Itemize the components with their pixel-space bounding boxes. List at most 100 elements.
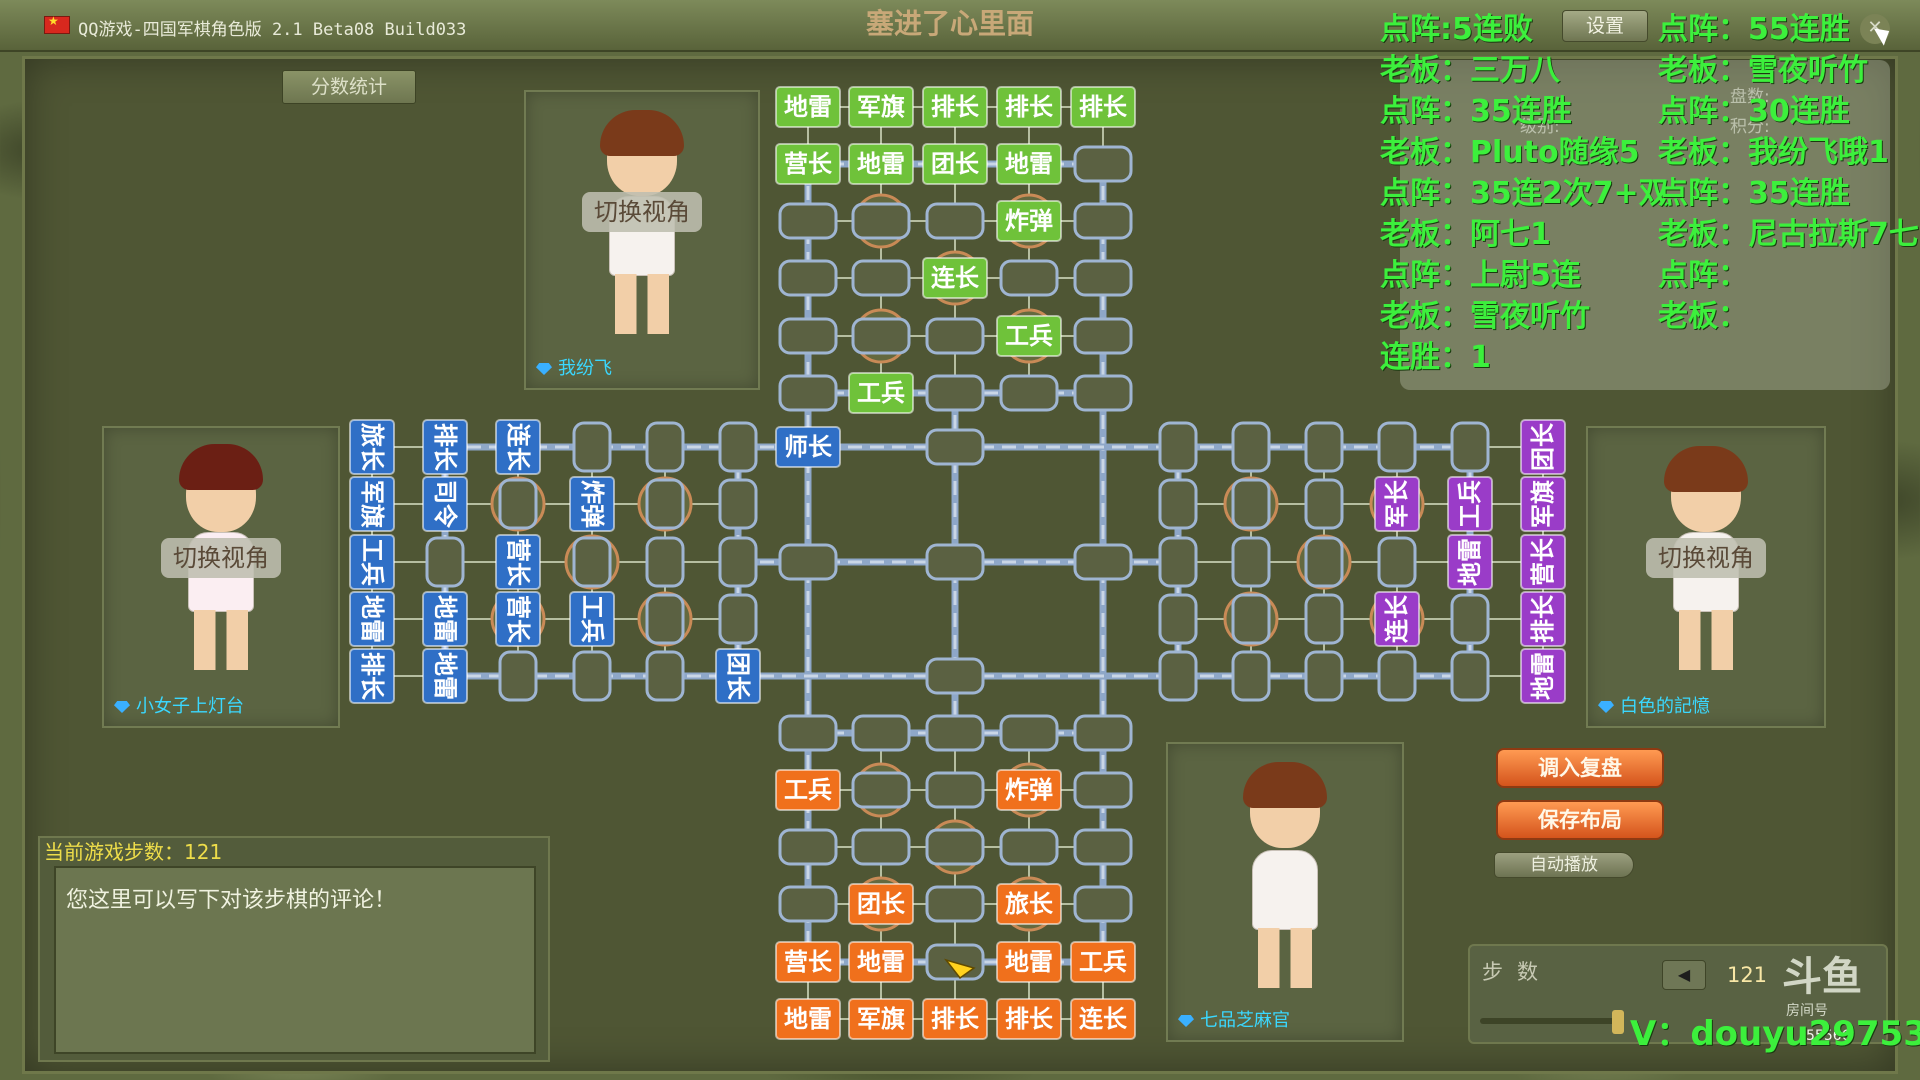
piece-label: 工兵 (1079, 948, 1127, 976)
comment-input[interactable]: 您这里可以写下对该步棋的评论！ (54, 866, 536, 1054)
piece-label: 营长 (1529, 537, 1557, 586)
game-piece[interactable]: 团长 (715, 648, 761, 704)
player-card-right[interactable]: 切换视角 白色的記憶 (1586, 426, 1826, 728)
game-piece[interactable]: 地雷 (422, 591, 468, 647)
game-piece[interactable]: 地雷 (848, 941, 914, 983)
overlay-right-2: 点阵：30连胜 (1658, 94, 1850, 129)
game-piece[interactable]: 连长 (1374, 591, 1420, 647)
overlay-right-3: 老板：我纷飞哦1 (1658, 135, 1889, 170)
switch-view-button[interactable]: 切换视角 (582, 192, 702, 232)
piece-label: 营长 (504, 595, 532, 644)
game-piece[interactable]: 地雷 (1447, 534, 1493, 590)
game-piece[interactable]: 团长 (848, 883, 914, 925)
game-piece[interactable]: 师长 (775, 426, 841, 468)
game-piece[interactable]: 军长 (1374, 476, 1420, 532)
save-layout-button[interactable]: 保存布局 (1496, 800, 1664, 840)
overlay-right-7: 老板： (1658, 299, 1748, 334)
overlay-right-1: 老板：雪夜听竹 (1658, 53, 1868, 88)
player-card-left[interactable]: 切换视角 小女子上灯台 (102, 426, 340, 728)
comment-title: 当前游戏步数：121 (44, 840, 223, 864)
piece-label: 连长 (1383, 594, 1411, 643)
game-piece[interactable]: 营长 (495, 591, 541, 647)
piece-label: 地雷 (431, 652, 459, 700)
game-piece[interactable]: 排长 (1070, 86, 1136, 128)
game-piece[interactable]: 工兵 (996, 315, 1062, 357)
load-replay-button[interactable]: 调入复盘 (1496, 748, 1664, 788)
game-piece[interactable]: 连长 (922, 257, 988, 299)
game-piece[interactable]: 炸弹 (996, 769, 1062, 811)
game-piece[interactable]: 工兵 (1447, 476, 1493, 532)
game-piece[interactable]: 工兵 (1070, 941, 1136, 983)
triangle-left-icon: ◀ (1677, 965, 1691, 984)
game-piece[interactable]: 排长 (996, 998, 1062, 1040)
game-piece[interactable]: 排长 (349, 648, 395, 704)
game-piece[interactable]: 排长 (922, 998, 988, 1040)
avatar-legs (1679, 610, 1733, 670)
piece-label: 地雷 (784, 1005, 832, 1033)
game-piece[interactable]: 旅长 (996, 883, 1062, 925)
game-piece[interactable]: 营长 (495, 534, 541, 590)
game-piece[interactable]: 连长 (495, 419, 541, 475)
overlay-left-0: 点阵:5连败 (1380, 12, 1533, 47)
diamond-icon (1598, 701, 1614, 713)
score-stats-tab[interactable]: 分数统计 (282, 70, 416, 104)
contact-text: V：douyu297535 (1630, 1014, 1920, 1054)
player-name-text: 我纷飞 (558, 358, 612, 379)
step-slider[interactable] (1480, 1018, 1620, 1024)
game-piece[interactable]: 工兵 (775, 769, 841, 811)
game-piece[interactable]: 营长 (775, 941, 841, 983)
game-piece[interactable]: 司令 (422, 476, 468, 532)
switch-view-button[interactable]: 切换视角 (161, 538, 281, 578)
game-piece[interactable]: 地雷 (422, 648, 468, 704)
piece-label: 工兵 (1005, 322, 1053, 350)
game-piece[interactable]: 地雷 (349, 591, 395, 647)
game-piece[interactable]: 军旗 (848, 86, 914, 128)
game-piece[interactable]: 旅长 (349, 419, 395, 475)
game-piece[interactable]: 地雷 (775, 998, 841, 1040)
game-piece[interactable]: 连长 (1070, 998, 1136, 1040)
avatar-hair (1243, 762, 1327, 808)
game-piece[interactable]: 炸弹 (569, 476, 615, 532)
player-avatar: 切换视角 (104, 434, 338, 686)
game-piece[interactable]: 地雷 (996, 941, 1062, 983)
game-piece[interactable]: 军旗 (1520, 476, 1566, 532)
game-piece[interactable]: 地雷 (848, 143, 914, 185)
piece-label: 司令 (431, 480, 459, 529)
switch-view-button[interactable]: 切换视角 (1646, 538, 1766, 578)
player-name-text: 小女子上灯台 (136, 696, 244, 717)
piece-label: 地雷 (784, 93, 832, 121)
game-piece[interactable]: 团长 (1520, 419, 1566, 475)
overlay-left-1: 老板：三万八 (1380, 53, 1560, 88)
game-piece[interactable]: 工兵 (349, 534, 395, 590)
game-piece[interactable]: 地雷 (1520, 648, 1566, 704)
avatar-body (1252, 850, 1318, 930)
avatar-hair (179, 444, 263, 490)
game-piece[interactable]: 地雷 (996, 143, 1062, 185)
game-piece[interactable]: 地雷 (775, 86, 841, 128)
player-card-bottom[interactable]: 七品芝麻官 (1166, 742, 1404, 1042)
game-piece[interactable]: 团长 (922, 143, 988, 185)
game-piece[interactable]: 工兵 (848, 372, 914, 414)
autoplay-button[interactable]: 自动播放 (1494, 852, 1634, 878)
game-piece[interactable]: 工兵 (569, 591, 615, 647)
game-piece[interactable]: 排长 (996, 86, 1062, 128)
piece-label: 团长 (931, 150, 980, 178)
player-card-top[interactable]: 切换视角 我纷飞 (524, 90, 760, 390)
title-banner: 塞进了心里面 (865, 7, 1034, 40)
step-prev-button[interactable]: ◀ (1662, 960, 1706, 990)
game-piece[interactable]: 营长 (1520, 534, 1566, 590)
game-piece[interactable]: 军旗 (349, 476, 395, 532)
game-piece[interactable]: 炸弹 (996, 200, 1062, 242)
game-piece[interactable]: 排长 (922, 86, 988, 128)
diamond-icon (1178, 1015, 1194, 1027)
player-avatar: 切换视角 (1588, 434, 1824, 686)
game-piece[interactable]: 军旗 (848, 998, 914, 1040)
step-slider-knob[interactable] (1612, 1010, 1624, 1034)
piece-label: 排长 (1005, 93, 1054, 121)
game-piece[interactable]: 排长 (1520, 591, 1566, 647)
game-piece[interactable]: 排长 (422, 419, 468, 475)
piece-label: 军旗 (358, 480, 386, 528)
piece-label: 排长 (358, 652, 386, 701)
piece-label: 军旗 (1529, 480, 1557, 528)
game-piece[interactable]: 营长 (775, 143, 841, 185)
